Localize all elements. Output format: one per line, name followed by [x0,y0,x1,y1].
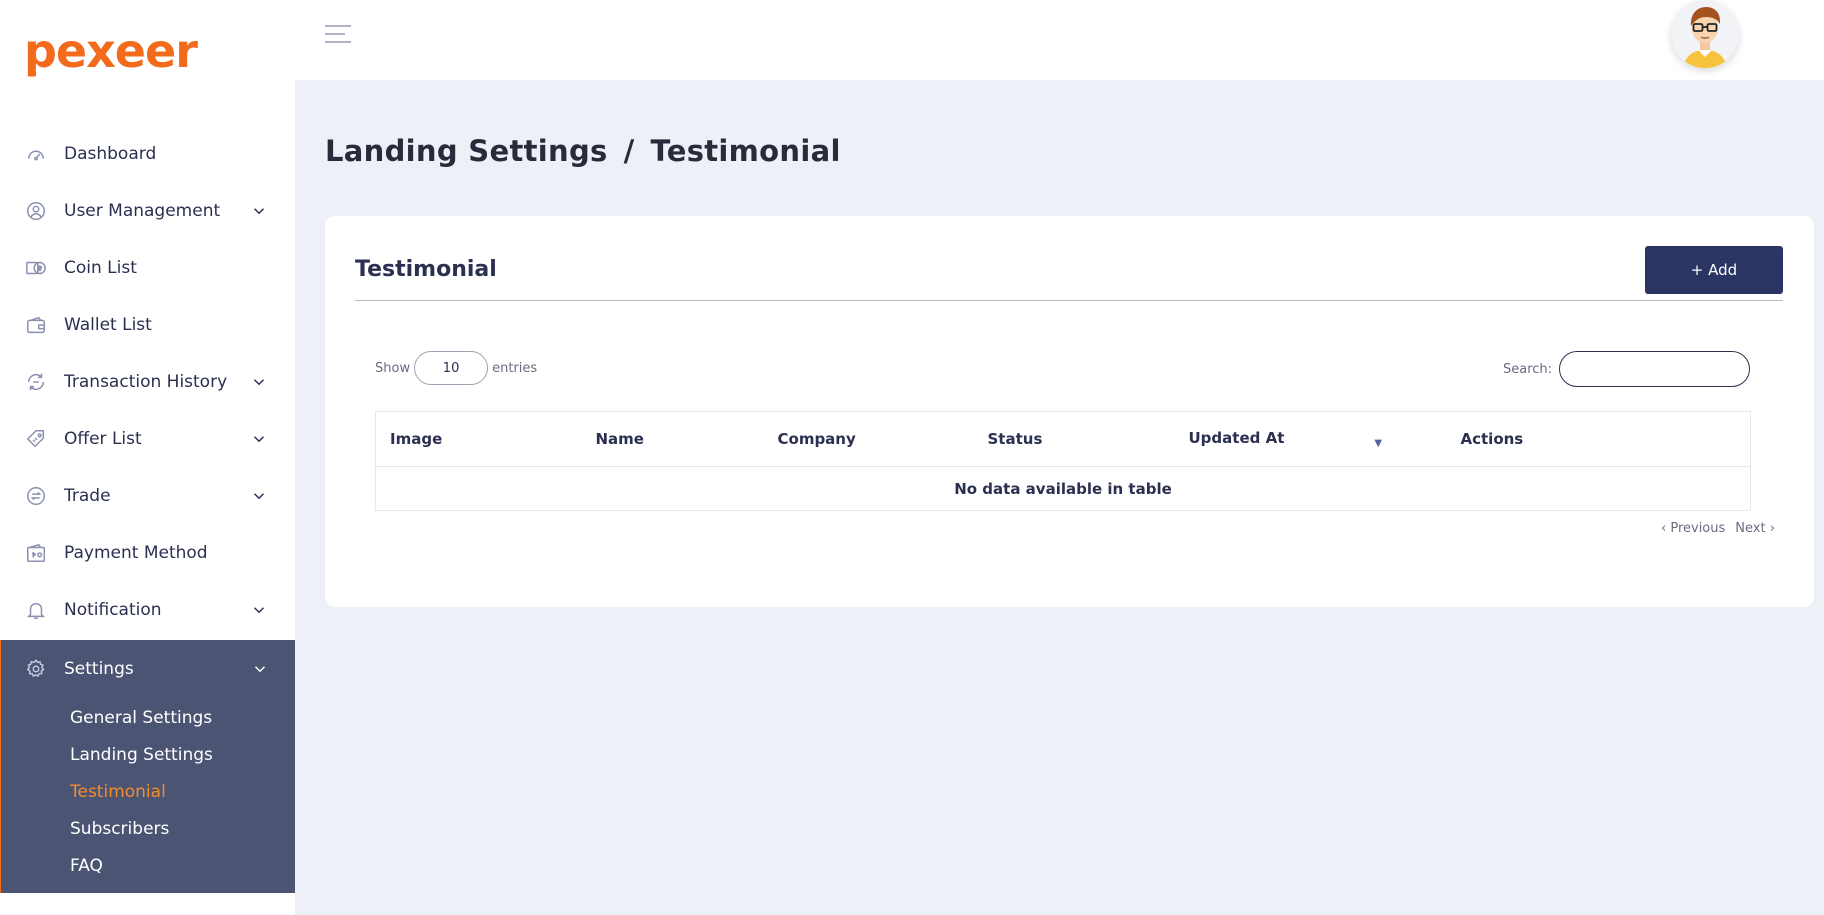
pagination: ‹ Previous Next › [1661,521,1775,536]
updated-at-label: Updated At [1188,429,1285,447]
sidebar-item-notification[interactable]: Notification [0,581,295,638]
avatar-illustration [1671,0,1739,68]
sidebar-item-user-management[interactable]: User Management [0,182,295,239]
search-label: Search: [1503,361,1553,377]
sort-desc-icon: ▼ [1374,438,1383,449]
breadcrumb-parent: Landing Settings [325,134,608,168]
column-header-status[interactable]: Status [987,411,1189,467]
sidebar-item-label: Settings [64,659,134,679]
coins-icon [24,256,48,280]
payment-icon [24,541,48,565]
user-avatar[interactable] [1671,0,1739,68]
table-header-row: Image Name Company Status Updated At ▼ Ac… [375,411,1751,467]
speedometer-icon [24,142,48,166]
column-header-name[interactable]: Name [595,411,778,467]
chevron-down-icon [250,601,268,619]
sidebar-nav: Dashboard User Management Coin List Wall… [0,125,295,638]
sidebar-item-label: Offer List [64,428,142,449]
tag-icon [24,427,48,451]
settings-menu: Settings General Settings Landing Settin… [0,640,295,893]
sidebar-item-coin-list[interactable]: Coin List [0,239,295,296]
sidebar-item-dashboard[interactable]: Dashboard [0,125,295,182]
gear-icon [24,657,48,681]
page-title: Landing Settings / Testimonial [325,134,841,168]
sidebar-item-settings[interactable]: Settings [1,640,295,698]
user-icon [24,199,48,223]
table-row: No data available in table [376,467,1751,511]
submenu-item-landing-settings[interactable]: Landing Settings [1,736,295,773]
chevron-down-icon [250,487,268,505]
sidebar-item-label: Trade [64,485,111,506]
chevron-down-icon [251,660,269,678]
brand-logo[interactable]: pexeer [24,14,198,78]
sidebar-item-transaction-history[interactable]: Transaction History [0,353,295,410]
chevron-down-icon [250,202,268,220]
column-header-updated-at[interactable]: Updated At ▼ [1188,411,1461,467]
transaction-icon [24,370,48,394]
table-search: Search: [1503,351,1751,387]
main-content: Landing Settings / Testimonial Testimonial… [295,80,1824,915]
logo-text: pexeer [24,24,198,78]
empty-table-message: No data available in table [954,479,1172,498]
sidebar-item-label: Dashboard [64,143,157,164]
submenu-item-general-settings[interactable]: General Settings [1,699,295,736]
column-header-image[interactable]: Image [375,411,596,467]
submenu-item-subscribers[interactable]: Subscribers [1,810,295,847]
bell-icon [24,598,48,622]
sidebar-item-wallet-list[interactable]: Wallet List [0,296,295,353]
sidebar-item-label: Wallet List [64,314,152,335]
settings-submenu: General Settings Landing Settings Testim… [1,698,295,884]
sidebar-item-label: Notification [64,599,162,620]
submenu-item-faq[interactable]: FAQ [1,847,295,884]
chevron-down-icon [250,430,268,448]
sidebar-item-label: User Management [64,200,221,221]
testimonial-card: Testimonial + Add Show 10 entries Search… [325,216,1814,607]
sidebar-item-trade[interactable]: Trade [0,467,295,524]
sidebar-item-label: Coin List [64,257,137,278]
entries-label: entries [492,360,538,376]
top-bar [295,0,1824,80]
sidebar-item-offer-list[interactable]: Offer List [0,410,295,467]
chevron-down-icon [250,373,268,391]
search-input[interactable] [1559,351,1751,387]
exchange-icon [24,484,48,508]
breadcrumb-separator: / [623,134,635,168]
wallet-icon [24,313,48,337]
sidebar-item-payment-method[interactable]: Payment Method [0,524,295,581]
show-label: Show [375,360,411,376]
breadcrumb-current: Testimonial [650,134,841,168]
previous-page-button[interactable]: ‹ Previous [1661,521,1725,536]
card-title: Testimonial [355,257,497,282]
submenu-item-testimonial[interactable]: Testimonial [1,773,295,810]
testimonial-table: Image Name Company Status Updated At ▼ Ac… [375,411,1751,511]
sidebar: pexeer Dashboard User Management Coin Li… [0,0,295,915]
sidebar-item-label: Transaction History [64,371,228,392]
divider [355,300,1783,301]
column-header-actions[interactable]: Actions [1460,411,1751,467]
column-header-company[interactable]: Company [777,411,988,467]
entries-select[interactable]: 10 [414,351,489,385]
next-page-button[interactable]: Next › [1735,521,1775,536]
add-testimonial-button[interactable]: + Add [1645,246,1783,294]
entries-length-control: Show 10 entries [375,351,537,385]
sidebar-item-label: Payment Method [64,542,208,563]
hamburger-icon[interactable] [325,25,351,47]
